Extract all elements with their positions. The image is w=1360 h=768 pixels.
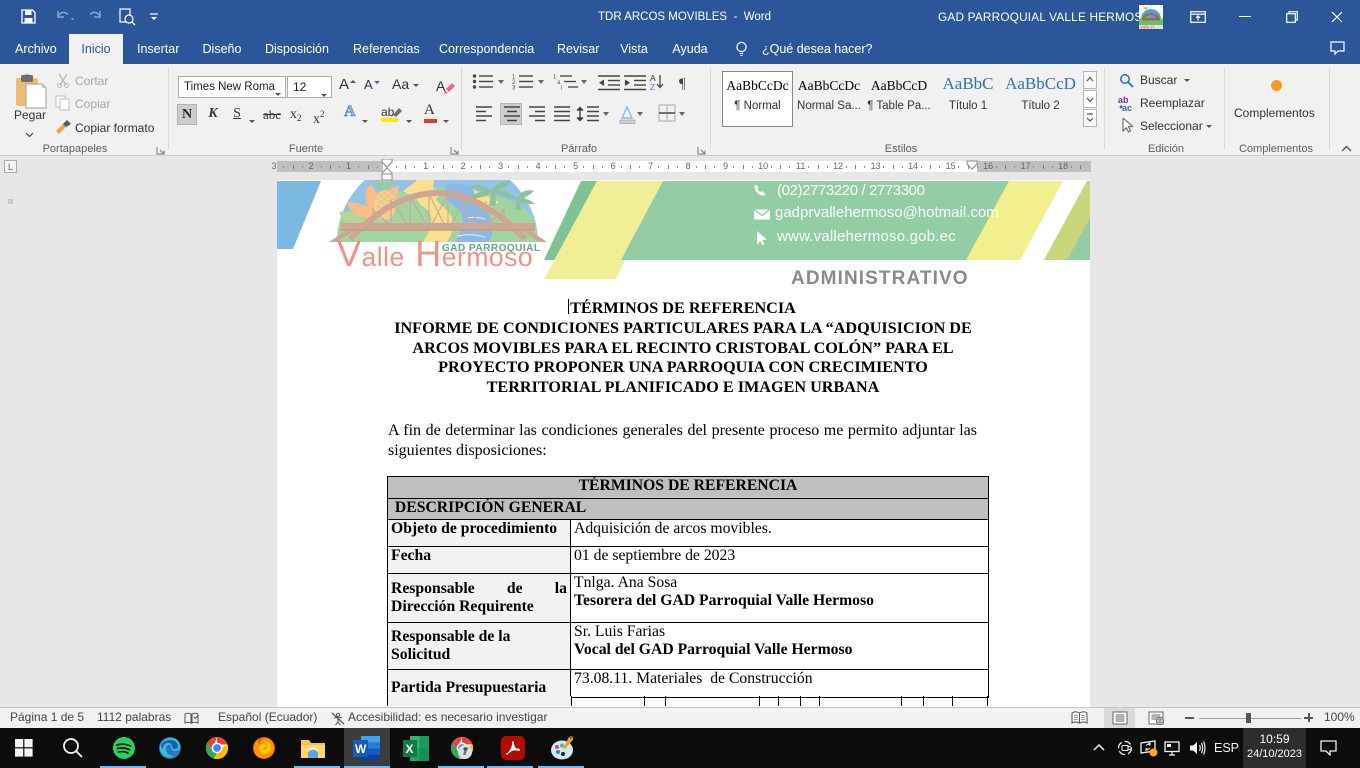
svg-text:X: X: [406, 742, 414, 756]
svg-text:ac: ac: [1122, 103, 1132, 112]
svg-text:ab: ab: [381, 105, 395, 119]
svg-text:W: W: [355, 742, 367, 756]
svg-text:Z: Z: [650, 82, 655, 91]
svg-text:¶: ¶: [679, 76, 686, 91]
svg-text:3: 3: [512, 86, 516, 92]
svg-text:i: i: [561, 86, 562, 92]
svg-text:Valle H.: Valle H.: [1140, 25, 1155, 30]
svg-text:A: A: [436, 78, 446, 94]
